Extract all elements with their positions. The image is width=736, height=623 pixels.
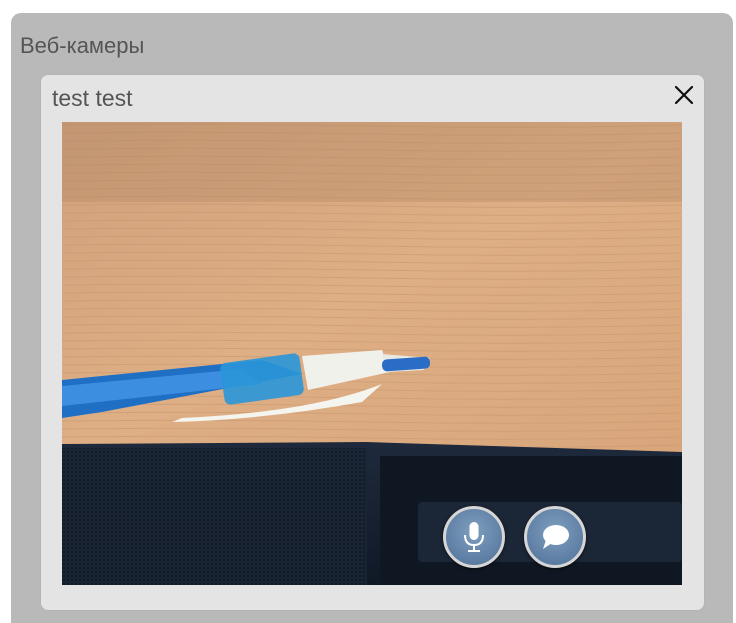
- webcam-video: [62, 122, 682, 585]
- chat-button[interactable]: [524, 506, 586, 568]
- webcam-user-name: test test: [52, 85, 133, 111]
- microphone-button[interactable]: [443, 506, 505, 568]
- chat-bubble-icon: [543, 525, 569, 549]
- microphone-icon: [464, 522, 484, 552]
- webcam-window: test test: [41, 75, 704, 610]
- close-button[interactable]: [670, 81, 698, 109]
- close-icon: [674, 85, 694, 105]
- panel-title: Веб-камеры: [20, 33, 145, 58]
- webcams-panel: Веб-камеры test test: [11, 13, 733, 623]
- video-frame-image: [62, 122, 682, 585]
